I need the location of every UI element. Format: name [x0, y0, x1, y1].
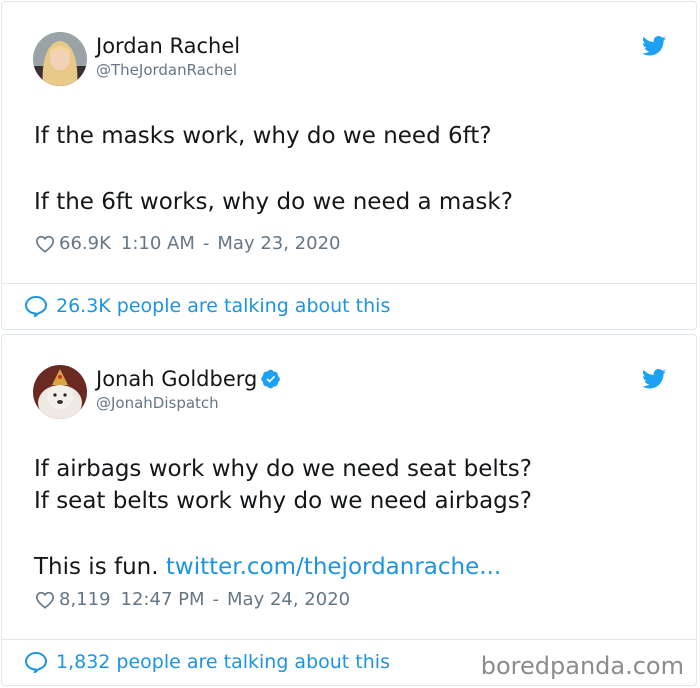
avatar[interactable]: [33, 365, 87, 419]
avatar[interactable]: [33, 32, 87, 86]
twitter-bird-icon[interactable]: [642, 369, 666, 389]
tweet-text-line: If the 6ft works, why do we need a mask?: [34, 189, 513, 215]
heart-icon[interactable]: [35, 235, 55, 253]
user-handle[interactable]: @TheJordanRachel: [96, 61, 237, 79]
tweet-link[interactable]: twitter.com/thejordanrache...: [166, 554, 501, 580]
display-name[interactable]: Jonah Goldberg: [96, 367, 281, 391]
talking-text[interactable]: 26.3K people are talking about this: [56, 295, 390, 317]
display-name[interactable]: Jordan Rachel: [96, 34, 240, 58]
divider: [2, 283, 696, 284]
tweet-time[interactable]: 1:10 AM: [121, 233, 195, 254]
reply-bubble-icon: [24, 295, 48, 317]
tweet-text-line: This is fun. twitter.com/thejordanrache.…: [34, 554, 501, 580]
twitter-bird-icon[interactable]: [642, 36, 666, 56]
user-handle[interactable]: @JonahDispatch: [96, 394, 219, 412]
reply-bubble-icon: [24, 651, 48, 673]
tweet-card: Jordan Rachel @TheJordanRachel If the ma…: [1, 1, 697, 330]
tweet-text-line: If the masks work, why do we need 6ft?: [34, 123, 492, 149]
tweet-meta: 66.9K 1:10 AM - May 23, 2020: [35, 233, 340, 254]
divider: [2, 639, 696, 640]
display-name-text[interactable]: Jonah Goldberg: [96, 367, 257, 391]
talking-link[interactable]: 26.3K people are talking about this: [24, 295, 390, 317]
tweet-meta: 8,119 12:47 PM - May 24, 2020: [35, 589, 350, 610]
tweet-date[interactable]: May 24, 2020: [227, 589, 350, 610]
watermark: boredpanda.com: [480, 652, 684, 680]
tweet-card: Jonah Goldberg @JonahDispatch If airbags…: [1, 334, 697, 686]
like-count[interactable]: 66.9K: [59, 233, 111, 254]
verified-badge-icon: [261, 369, 281, 389]
tweet-time[interactable]: 12:47 PM: [121, 589, 205, 610]
talking-link[interactable]: 1,832 people are talking about this: [24, 651, 390, 673]
tweet-text-line: If seat belts work why do we need airbag…: [34, 488, 532, 514]
tweet-date[interactable]: May 23, 2020: [217, 233, 340, 254]
tweet-text: This is fun.: [34, 554, 159, 580]
heart-icon[interactable]: [35, 591, 55, 609]
like-count[interactable]: 8,119: [59, 589, 111, 610]
tweet-text-line: If airbags work why do we need seat belt…: [34, 456, 532, 482]
talking-text[interactable]: 1,832 people are talking about this: [56, 651, 390, 673]
